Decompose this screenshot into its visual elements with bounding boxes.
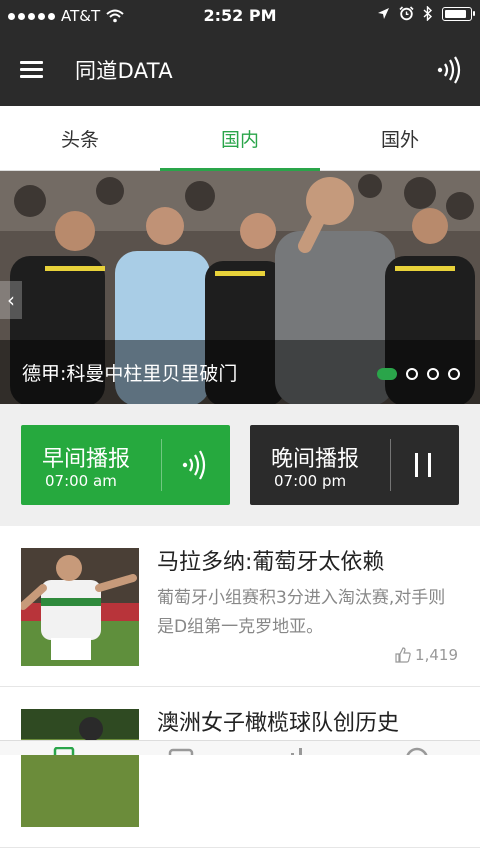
bottom-tab-bar xyxy=(0,740,480,755)
location-arrow-icon xyxy=(378,8,389,19)
divider xyxy=(161,439,162,491)
news-thumbnail xyxy=(21,709,139,827)
battery-level xyxy=(445,9,466,18)
status-icons xyxy=(377,6,475,21)
pause-icon xyxy=(415,453,431,477)
pager-dot[interactable] xyxy=(427,368,439,380)
like-count-value: 1,419 xyxy=(415,646,458,664)
tab-headlines[interactable]: 头条 xyxy=(0,106,160,170)
morning-broadcast-button[interactable]: 早间播报 07:00 am xyxy=(21,425,230,505)
tab-domestic[interactable]: 国内 xyxy=(160,106,320,171)
bluetooth-icon xyxy=(423,6,433,21)
app-title: 同道DATA xyxy=(75,59,173,83)
briefcase-tab-icon[interactable] xyxy=(168,747,194,755)
category-tabs: 头条 国内 国外 xyxy=(0,106,480,171)
evening-broadcast-title: 晚间播报 xyxy=(271,447,360,472)
hamburger-icon[interactable] xyxy=(20,59,44,79)
news-tab-icon[interactable] xyxy=(52,747,78,755)
divider xyxy=(390,439,391,491)
app-header: 同道DATA xyxy=(0,32,480,106)
evening-broadcast-button[interactable]: 晚间播报 07:00 pm xyxy=(250,425,459,505)
banner-carousel[interactable]: ‹ 德甲:科曼中柱里贝里破门 xyxy=(0,171,480,404)
morning-broadcast-time: 07:00 am xyxy=(45,472,117,490)
audio-waves-icon xyxy=(182,450,206,480)
carousel-pager xyxy=(377,368,460,380)
thumbs-up-icon xyxy=(395,647,411,663)
banner-caption-bar: 德甲:科曼中柱里贝里破门 xyxy=(0,340,480,404)
battery-icon xyxy=(442,6,475,21)
list-item[interactable]: 澳洲女子橄榄球队创历史 xyxy=(0,687,480,848)
stats-tab-icon[interactable] xyxy=(287,747,313,755)
like-count[interactable]: 1,419 xyxy=(395,646,458,664)
banner-caption: 德甲:科曼中柱里贝里破门 xyxy=(22,363,238,385)
pager-dot[interactable] xyxy=(448,368,460,380)
news-title: 马拉多纳:葡萄牙太依赖 xyxy=(157,550,385,575)
status-bar: AT&T 2:52 PM xyxy=(0,0,480,32)
news-list: 马拉多纳:葡萄牙太依赖 葡萄牙小组赛积3分进入淘汰赛,对手则是D组第一克罗地亚。… xyxy=(0,526,480,848)
alarm-clock-icon xyxy=(399,6,414,21)
pager-dot[interactable] xyxy=(377,368,397,380)
tab-international[interactable]: 国外 xyxy=(320,106,480,170)
morning-broadcast-title: 早间播报 xyxy=(42,447,131,472)
broadcast-section: 早间播报 07:00 am 晚间播报 07:00 pm xyxy=(0,404,480,526)
audio-waves-icon[interactable] xyxy=(436,56,462,84)
pager-dot[interactable] xyxy=(406,368,418,380)
list-item[interactable]: 马拉多纳:葡萄牙太依赖 葡萄牙小组赛积3分进入淘汰赛,对手则是D组第一克罗地亚。… xyxy=(0,526,480,687)
news-thumbnail xyxy=(21,548,139,666)
news-summary: 葡萄牙小组赛积3分进入淘汰赛,对手则是D组第一克罗地亚。 xyxy=(157,588,446,637)
chevron-left-icon[interactable]: ‹ xyxy=(0,281,22,319)
profile-tab-icon[interactable] xyxy=(404,747,430,755)
news-title: 澳洲女子橄榄球队创历史 xyxy=(157,711,400,736)
evening-broadcast-time: 07:00 pm xyxy=(274,472,347,490)
